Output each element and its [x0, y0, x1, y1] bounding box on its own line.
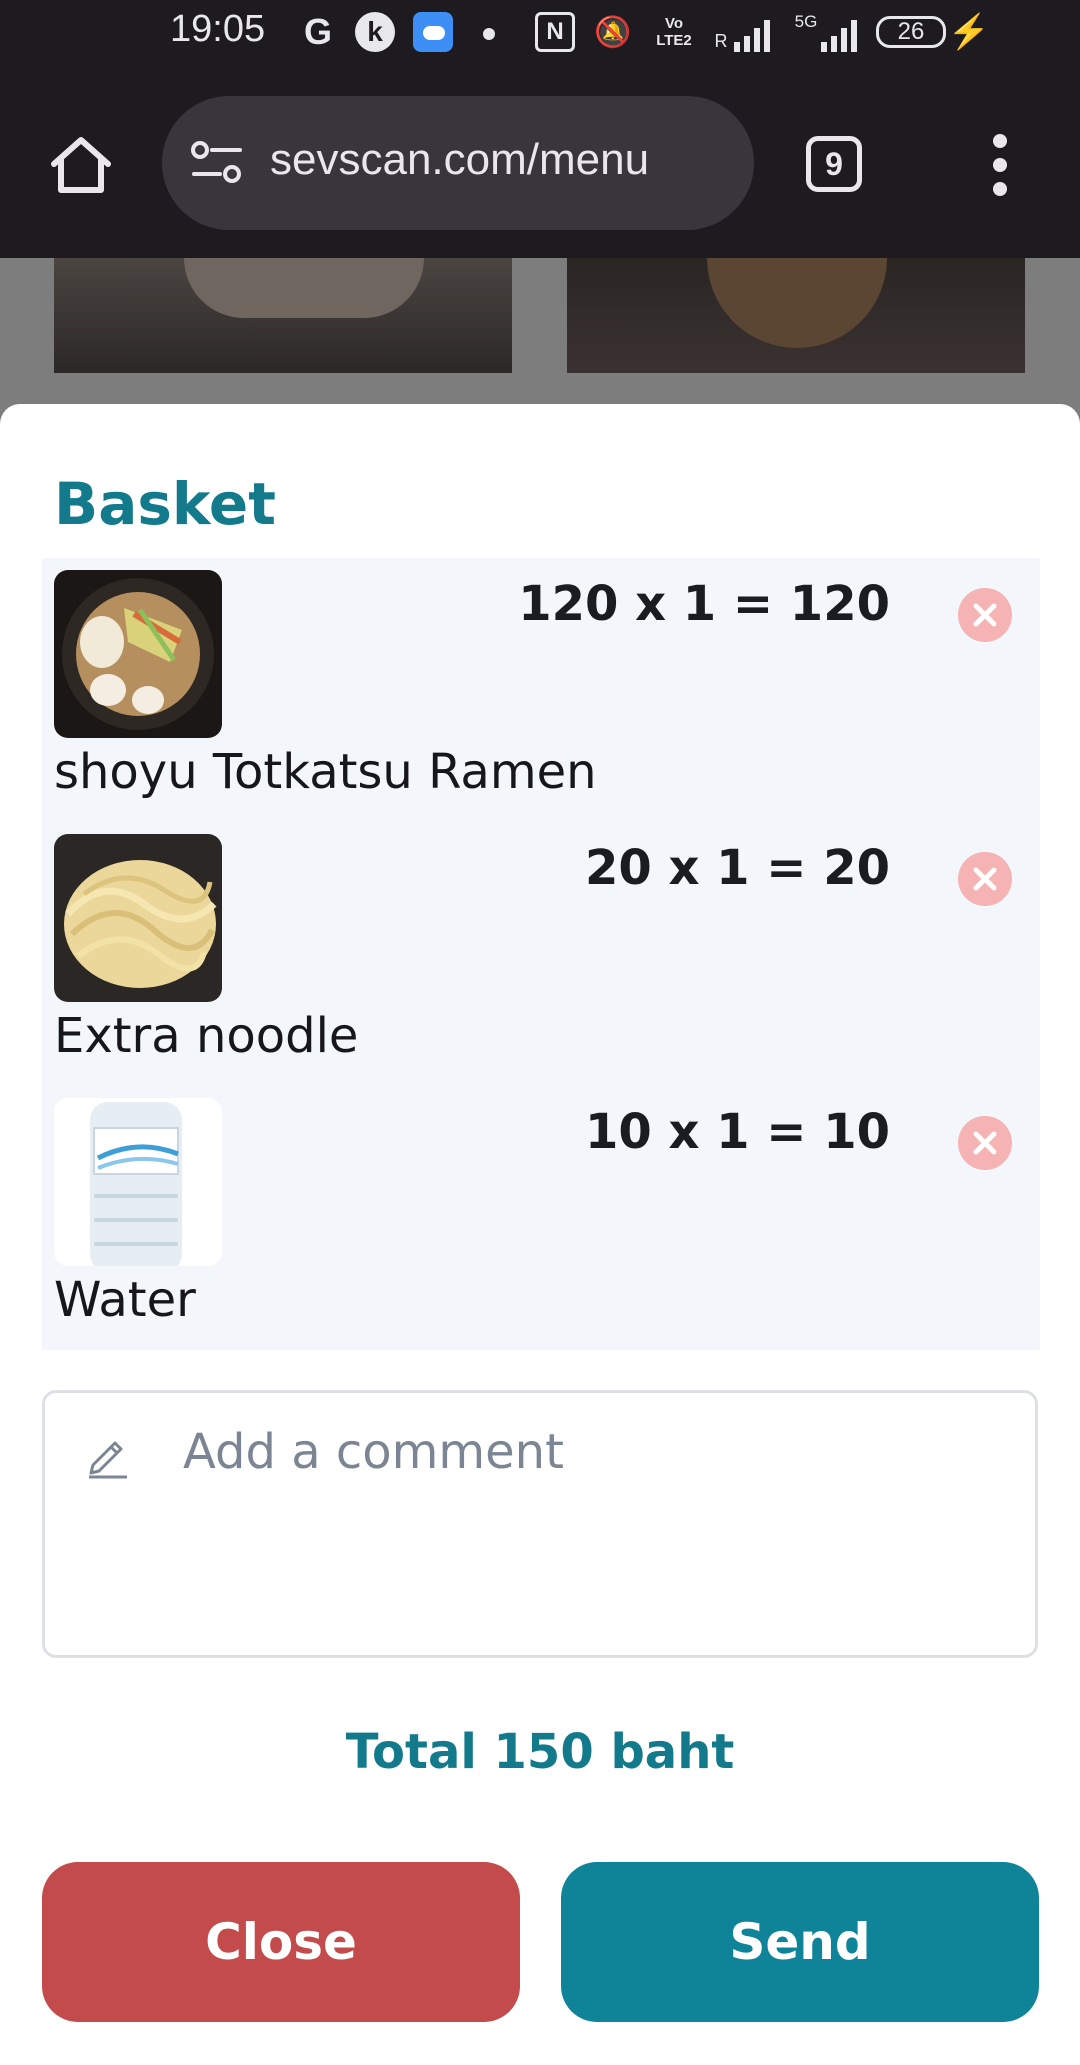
send-button[interactable]: Send [561, 1862, 1039, 2022]
signal-5g-icon: 5G [790, 12, 862, 52]
charging-icon: ⚡ [947, 13, 991, 51]
basket-item: 20 x 1 = 20 Extra noodle [42, 822, 1040, 1086]
basket-modal: Basket 120 x 1 = 120 shoyu Totkatsu Rame… [0, 404, 1080, 2065]
remove-item-button[interactable] [958, 1116, 1012, 1170]
notification-dot-icon [483, 28, 495, 40]
pencil-icon [85, 1433, 131, 1479]
comment-box[interactable] [42, 1390, 1038, 1658]
status-bar: 19:05 G k N 🔕 Vo LTE2 R 5G 26 ⚡ [0, 0, 1080, 68]
address-bar[interactable]: sevscan.com/menu [162, 96, 754, 230]
order-total: Total 150 baht [345, 1724, 735, 1780]
close-icon [973, 867, 997, 891]
close-button[interactable]: Close [42, 1862, 520, 2022]
battery-icon: 26 [876, 16, 946, 48]
nfc-icon: N [535, 12, 575, 52]
item-name: Extra noodle [54, 1008, 359, 1064]
volte-icon: Vo LTE2 [652, 12, 696, 52]
url-text[interactable]: sevscan.com/menu [270, 135, 649, 185]
item-price-calc: 120 x 1 = 120 [518, 576, 890, 632]
weather-icon [413, 12, 453, 52]
menu-item-image [54, 258, 512, 373]
k-app-icon: k [355, 12, 395, 52]
volte-label: Vo [664, 15, 684, 32]
google-icon: G [303, 11, 332, 52]
menu-item-image [567, 258, 1025, 373]
browser-toolbar: sevscan.com/menu 9 [0, 68, 1080, 258]
home-icon[interactable] [48, 132, 114, 198]
remove-item-button[interactable] [958, 852, 1012, 906]
network-label: 5G [794, 12, 818, 31]
basket-item: 10 x 1 = 10 Water [42, 1086, 1040, 1350]
signal-roaming-icon: R [706, 12, 778, 52]
item-thumbnail-water [54, 1098, 222, 1266]
basket-items-list: 120 x 1 = 120 shoyu Totkatsu Ramen 20 x … [42, 558, 1040, 1350]
item-price-calc: 20 x 1 = 20 [584, 840, 890, 896]
roaming-label: R [714, 31, 728, 51]
basket-title: Basket [54, 470, 276, 538]
mute-bell-icon: 🔕 [594, 15, 632, 49]
clock: 19:05 [170, 8, 266, 50]
item-price-calc: 10 x 1 = 10 [584, 1104, 890, 1160]
site-settings-icon[interactable] [190, 138, 246, 188]
item-name: Water [54, 1272, 196, 1328]
close-icon [973, 603, 997, 627]
item-thumbnail-noodles [54, 834, 222, 1002]
comment-input[interactable] [181, 1423, 985, 1481]
item-name: shoyu Totkatsu Ramen [54, 744, 597, 800]
basket-item: 120 x 1 = 120 shoyu Totkatsu Ramen [42, 558, 1040, 822]
remove-item-button[interactable] [958, 588, 1012, 642]
more-menu-icon[interactable] [982, 134, 1018, 196]
close-icon [973, 1131, 997, 1155]
item-thumbnail-ramen [54, 570, 222, 738]
lte-label: LTE2 [656, 32, 692, 49]
tab-switcher-button[interactable]: 9 [806, 136, 862, 192]
